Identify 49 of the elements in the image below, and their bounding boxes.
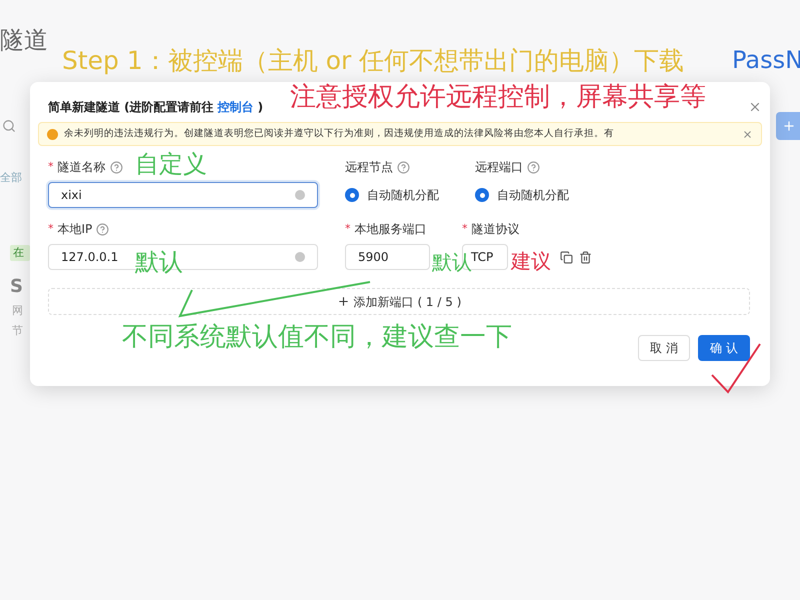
required-mark: *	[345, 220, 350, 237]
required-mark: *	[462, 220, 468, 237]
add-port-button[interactable]: 添加新端口 ( 1 / 5 )	[48, 288, 750, 315]
help-icon[interactable]	[397, 160, 410, 174]
field-label: 远程节点	[345, 159, 393, 176]
plus-icon	[336, 295, 350, 308]
field-label: 远程端口	[475, 159, 523, 176]
page-title: 隧道	[0, 28, 49, 52]
handwritten-note: 注意授权允许远程控制，屏幕共享等	[290, 84, 706, 110]
card-text: 网	[12, 303, 23, 319]
card-title: S	[10, 275, 23, 299]
input-field[interactable]: 5900	[345, 244, 430, 270]
handwritten-note: 不同系统默认值不同，建议查一下	[122, 324, 512, 350]
help-icon[interactable]	[527, 160, 540, 174]
cancel-button[interactable]: 取 消	[638, 335, 690, 361]
console-link[interactable]: 控制台	[218, 98, 254, 116]
search-icon[interactable]	[2, 119, 16, 133]
copy-icon[interactable]	[560, 250, 573, 264]
status-tag: 在	[10, 244, 30, 261]
radio-label[interactable]: 自动随机分配	[367, 186, 439, 204]
close-icon[interactable]	[742, 128, 753, 140]
input-field[interactable]: xixi	[48, 182, 318, 208]
dialog-title: 简单新建隧道 (进阶配置请前往	[48, 99, 214, 116]
handwritten-note: 建议	[511, 251, 551, 271]
required-mark: *	[48, 158, 54, 175]
radio-button[interactable]	[345, 188, 359, 202]
warning-icon	[47, 128, 58, 140]
help-icon[interactable]	[96, 222, 110, 236]
alert-text: 余未列明的违法违规行为。创建隧道表明您已阅读并遵守以下行为准则，因违规使用造成的法律风险将由您本人自行承担。有	[64, 126, 615, 141]
field-label: 本地IP	[58, 221, 92, 238]
dialog-title-end: )	[258, 99, 264, 116]
card-text: 节	[12, 322, 23, 338]
annotation-checkmark	[711, 343, 761, 394]
radio-label[interactable]: 自动随机分配	[497, 186, 569, 204]
required-mark: *	[48, 220, 54, 237]
delete-icon[interactable]	[579, 250, 592, 264]
field-label: 本地服务端口	[354, 221, 426, 238]
create-button[interactable]	[776, 112, 800, 140]
handwritten-note: Step 1：被控端（主机 or 任何不想带出门的电脑）下载	[62, 48, 684, 73]
help-icon[interactable]	[110, 160, 122, 174]
handwritten-note: 自定义	[135, 152, 207, 176]
radio-button[interactable]	[475, 188, 489, 202]
confirm-button[interactable]: 确 认	[698, 335, 750, 361]
close-icon[interactable]	[748, 100, 762, 114]
clear-icon[interactable]	[295, 252, 305, 262]
clear-icon[interactable]	[295, 190, 305, 200]
field-label: 隧道名称	[58, 159, 106, 176]
field-label: 隧道协议	[472, 221, 520, 238]
plus-icon	[782, 119, 796, 133]
